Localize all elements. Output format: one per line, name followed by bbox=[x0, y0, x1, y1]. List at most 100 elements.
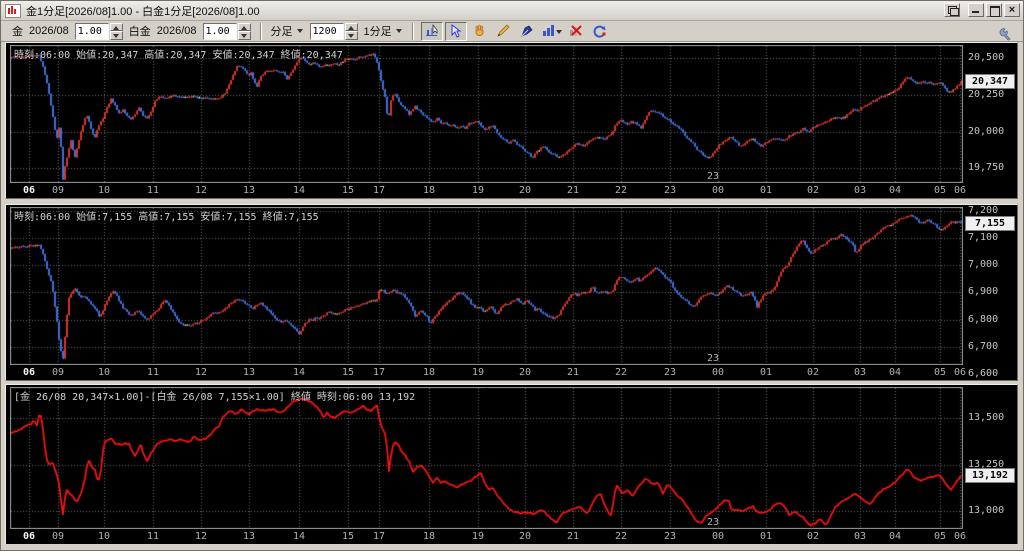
x-axis-label: 19 bbox=[471, 185, 485, 196]
interval-dropdown[interactable]: 分足 bbox=[271, 23, 293, 39]
x-axis-label: 17 bbox=[372, 367, 386, 378]
pen-tool-button[interactable] bbox=[517, 22, 539, 41]
x-axis-label: 02 bbox=[806, 531, 820, 542]
y-axis-label: 7,100 bbox=[968, 231, 999, 243]
x-axis-label: 01 bbox=[759, 531, 773, 542]
y-axis-label: 20,500 bbox=[968, 52, 1005, 64]
window-bottom-frame bbox=[1, 544, 1023, 550]
x-axis-label: 12 bbox=[194, 367, 208, 378]
date-label: 23 bbox=[707, 517, 720, 528]
platinum-chart-ohlc-header: 時刻:06:00 始値:7,155 高値:7,155 安値:7,155 終値:7… bbox=[14, 212, 319, 223]
x-axis-label: 14 bbox=[292, 367, 306, 378]
x-axis-label: 03 bbox=[853, 531, 867, 542]
x-axis-label: 06 bbox=[22, 531, 36, 542]
window-title: 金1分足[2026/08]1.00 - 白金1分足[2026/08]1.00 bbox=[26, 5, 260, 18]
y-axis-label: 6,900 bbox=[968, 286, 999, 298]
y-axis-label: 7,200 bbox=[968, 204, 999, 216]
x-axis-label: 12 bbox=[194, 185, 208, 196]
spin-down-icon[interactable] bbox=[344, 31, 358, 40]
x-axis-label: 04 bbox=[888, 185, 902, 196]
gold-chart-canvas[interactable] bbox=[10, 45, 963, 183]
x-axis-label: 06 bbox=[22, 367, 36, 378]
y-axis-label: 6,800 bbox=[968, 313, 999, 325]
gold-contract-select[interactable]: 2026/08 bbox=[29, 25, 69, 37]
gold-label: 金 bbox=[12, 26, 23, 38]
x-axis-label: 03 bbox=[853, 367, 867, 378]
x-axis-label: 10 bbox=[97, 367, 111, 378]
restore-window-button[interactable] bbox=[944, 3, 960, 17]
x-axis-label: 14 bbox=[292, 185, 306, 196]
last-price-badge: 13,192 bbox=[965, 468, 1015, 484]
x-axis-label: 23 bbox=[663, 531, 677, 542]
x-axis-label: 21 bbox=[566, 367, 580, 378]
pan-hand-icon bbox=[475, 24, 484, 36]
chevron-down-icon[interactable] bbox=[296, 29, 303, 33]
x-axis-label: 23 bbox=[663, 367, 677, 378]
platinum-chart-canvas[interactable] bbox=[10, 207, 963, 365]
minimize-button[interactable] bbox=[968, 3, 984, 17]
spin-down-icon[interactable] bbox=[237, 31, 251, 40]
spread-chart-canvas[interactable] bbox=[10, 387, 963, 529]
timeframe-dropdown[interactable]: 1分足 bbox=[364, 23, 392, 39]
pen-icon bbox=[521, 25, 533, 37]
spin-up-icon[interactable] bbox=[109, 22, 123, 31]
title-bar: 金1分足[2026/08]1.00 - 白金1分足[2026/08]1.00 × bbox=[1, 1, 1023, 21]
bar-chart-type-button[interactable] bbox=[541, 22, 563, 41]
x-axis-label: 04 bbox=[888, 531, 902, 542]
platinum-label: 白金 bbox=[128, 26, 151, 38]
x-axis-label: 15 bbox=[341, 531, 355, 542]
x-axis-label: 14 bbox=[292, 531, 306, 542]
spin-up-icon[interactable] bbox=[237, 22, 251, 31]
x-axis-label: 09 bbox=[51, 367, 65, 378]
spread-chart-formula-header: [金 26/08 20,347×1.00]-[白金 26/08 7,155×1.… bbox=[14, 392, 416, 403]
x-axis-label: 13 bbox=[242, 185, 256, 196]
x-axis-label: 22 bbox=[614, 531, 628, 542]
pan-hand-tool-button[interactable] bbox=[469, 22, 491, 41]
x-axis-label: 01 bbox=[759, 367, 773, 378]
x-axis-label: 21 bbox=[566, 531, 580, 542]
platinum-contract-select[interactable]: 2026/08 bbox=[157, 25, 197, 37]
select-arrow-tool-button[interactable] bbox=[444, 21, 467, 41]
x-axis-label: 11 bbox=[146, 185, 160, 196]
delete-chart-icon bbox=[570, 25, 582, 36]
bar-count-spinner[interactable]: 1200 bbox=[309, 22, 358, 40]
settings-wrench-button[interactable] bbox=[994, 24, 1016, 43]
x-axis-label: 06 bbox=[953, 367, 967, 378]
toolbar-separator bbox=[259, 22, 262, 40]
x-axis-label: 00 bbox=[711, 531, 725, 542]
app-icon bbox=[5, 3, 21, 18]
x-axis-label: 19 bbox=[471, 531, 485, 542]
x-axis-label: 17 bbox=[372, 531, 386, 542]
pencil-tool-button[interactable] bbox=[493, 22, 515, 41]
chart-pointer-tool-button[interactable] bbox=[420, 21, 443, 41]
x-axis-label: 13 bbox=[242, 531, 256, 542]
x-axis-label: 09 bbox=[51, 531, 65, 542]
gold-multiplier-spinner[interactable]: 1.00 bbox=[74, 22, 123, 40]
refresh-icon bbox=[593, 25, 606, 38]
app-window: 金1分足[2026/08]1.00 - 白金1分足[2026/08]1.00 ×… bbox=[0, 0, 1024, 551]
pencil-icon bbox=[497, 24, 510, 37]
close-button[interactable]: × bbox=[1004, 3, 1020, 17]
x-axis-label: 23 bbox=[663, 185, 677, 196]
x-axis-label: 03 bbox=[853, 185, 867, 196]
x-axis-label: 02 bbox=[806, 367, 820, 378]
refresh-button[interactable] bbox=[589, 22, 611, 41]
x-axis-label: 10 bbox=[97, 531, 111, 542]
spin-down-icon[interactable] bbox=[109, 31, 123, 40]
x-axis-label: 18 bbox=[422, 367, 436, 378]
x-axis-label: 09 bbox=[51, 185, 65, 196]
x-axis-label: 00 bbox=[711, 367, 725, 378]
y-axis-label: 6,700 bbox=[968, 340, 999, 352]
platinum-multiplier-spinner[interactable]: 1.00 bbox=[202, 22, 251, 40]
spin-up-icon[interactable] bbox=[344, 22, 358, 31]
x-axis-label: 18 bbox=[422, 531, 436, 542]
x-axis-label: 15 bbox=[341, 185, 355, 196]
x-axis-label: 06 bbox=[22, 185, 36, 196]
x-axis-label: 22 bbox=[614, 185, 628, 196]
last-price-badge: 7,155 bbox=[965, 215, 1015, 231]
maximize-button[interactable] bbox=[986, 3, 1002, 17]
delete-chart-button[interactable] bbox=[565, 22, 587, 41]
x-axis-label: 11 bbox=[146, 531, 160, 542]
toolbar-separator bbox=[411, 22, 414, 40]
chevron-down-icon[interactable] bbox=[395, 29, 402, 33]
